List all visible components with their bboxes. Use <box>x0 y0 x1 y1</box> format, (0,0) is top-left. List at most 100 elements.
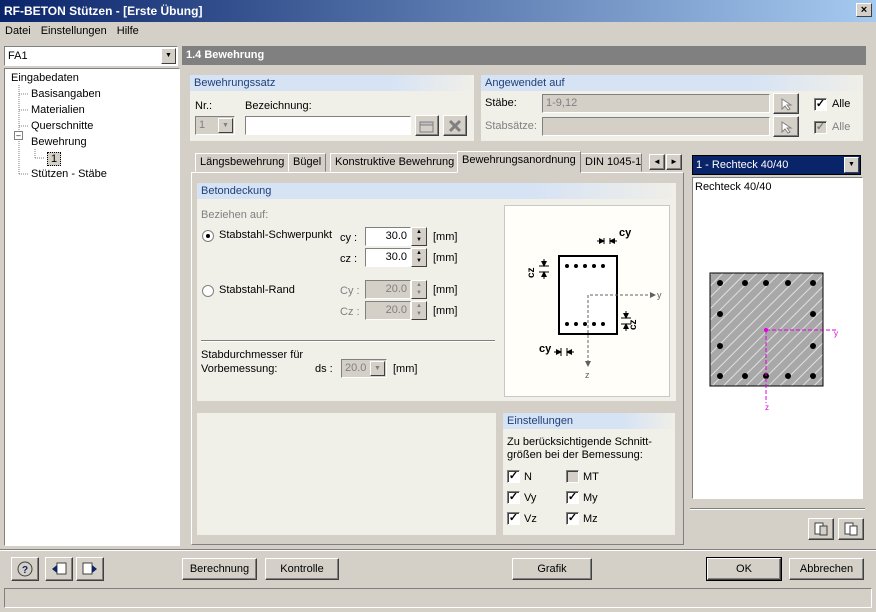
navigator-tree: Eingabedaten Basisangaben Materialien Qu… <box>4 68 180 546</box>
case-select-value: FA1 <box>8 50 28 62</box>
tree-item-basisangaben[interactable]: Basisangaben <box>31 88 101 100</box>
cross-section-svg: y z <box>709 272 838 412</box>
empty-panel <box>197 413 496 535</box>
next-button[interactable] <box>76 557 104 581</box>
chevron-down-icon[interactable]: ▼ <box>844 157 859 173</box>
export-icon <box>844 522 858 536</box>
nr-value: 1 <box>199 119 206 131</box>
einstellungen-desc-2: größen bei der Bemessung: <box>507 449 643 461</box>
help-button[interactable]: ? <box>11 557 39 581</box>
stabsaetze-input[interactable] <box>542 117 770 136</box>
diagram-cz-left: cz <box>526 267 537 278</box>
cross-section-z-label: z <box>765 403 769 412</box>
diagram-cy-top: cy <box>619 227 632 239</box>
cy2-value[interactable]: 20.0 <box>365 280 411 299</box>
spin-arrows-icon[interactable]: ▲ ▼ <box>411 280 427 299</box>
mt-label: MT <box>583 471 599 483</box>
tab-scroll-left[interactable]: ◄ <box>649 154 665 170</box>
ds-select[interactable]: 20.0 ▼ <box>341 359 387 378</box>
pick-staebe-button[interactable] <box>773 93 799 114</box>
previous-button[interactable] <box>45 557 73 581</box>
menu-einstellungen[interactable]: Einstellungen <box>36 22 112 37</box>
diagram-z-axis: z <box>585 370 590 380</box>
cross-section-preview: Rechteck 40/40 y z <box>692 177 863 499</box>
tree-item-bewehrung[interactable]: Bewehrung <box>31 136 87 148</box>
cy-spinner[interactable]: 30.0 ▲ ▼ <box>365 227 427 246</box>
grafik-button[interactable]: Grafik <box>512 558 592 580</box>
betondeckung-title: Betondeckung <box>197 183 676 199</box>
diagram-cy-bottom: cy <box>539 343 552 355</box>
tab-din-1045-1[interactable]: DIN 1045-1 <box>580 153 642 172</box>
vz-checkbox[interactable]: ✓ <box>507 512 520 525</box>
menu-datei[interactable]: Datei <box>0 22 36 37</box>
mz-checkbox[interactable]: ✓ <box>566 512 579 525</box>
cz-value[interactable]: 30.0 <box>365 248 411 267</box>
bezeichnung-input[interactable] <box>245 116 411 135</box>
vy-checkbox[interactable]: ✓ <box>507 491 520 504</box>
chevron-down-icon: ▼ <box>370 361 385 376</box>
tab-konstruktive-bewehrung[interactable]: Konstruktive Bewehrung <box>330 153 460 172</box>
n-label: N <box>524 471 532 483</box>
kontrolle-button[interactable]: Kontrolle <box>265 558 339 580</box>
abbrechen-button[interactable]: Abbrechen <box>789 558 864 580</box>
tree-item-querschnitte[interactable]: Querschnitte <box>31 120 93 132</box>
n-checkbox[interactable]: ✓ <box>507 470 520 483</box>
alle-staebe-checkbox[interactable]: ✓ <box>814 98 827 111</box>
status-bar <box>4 588 872 608</box>
info-button[interactable] <box>808 518 834 540</box>
next-icon <box>82 562 97 575</box>
menu-hilfe[interactable]: Hilfe <box>112 22 144 37</box>
staebe-label: Stäbe: <box>485 97 517 109</box>
help-icon: ? <box>17 561 33 577</box>
radio-rand[interactable] <box>202 285 214 297</box>
vy-label: Vy <box>524 492 537 504</box>
svg-text:?: ? <box>22 565 28 576</box>
berechnung-button[interactable]: Berechnung <box>182 558 257 580</box>
menubar: Datei Einstellungen Hilfe <box>0 22 876 41</box>
staebe-input[interactable]: 1-9,12 <box>542 94 770 113</box>
alle-stabsaetze-label: Alle <box>832 121 851 133</box>
spin-arrows-icon[interactable]: ▲ ▼ <box>411 248 427 267</box>
tab-bewehrungsanordnung[interactable]: Bewehrungsanordnung <box>457 151 581 173</box>
export-button[interactable] <box>838 518 864 540</box>
nr-select[interactable]: 1 ▼ <box>195 116 235 135</box>
cross-section-select-value: 1 - Rechteck 40/40 <box>696 159 789 171</box>
pick-stabsaetze-button[interactable] <box>773 116 799 137</box>
alle-stabsaetze-checkbox[interactable]: ✓ <box>814 121 827 134</box>
stabdurchmesser-label-2: Vorbemessung: <box>201 363 278 375</box>
cz2-value[interactable]: 20.0 <box>365 301 411 320</box>
tab-scroll-right[interactable]: ► <box>666 154 682 170</box>
angewendet-title: Angewendet auf <box>481 75 863 91</box>
cy-value[interactable]: 30.0 <box>365 227 411 246</box>
close-button[interactable]: × <box>856 3 872 17</box>
spin-arrows-icon[interactable]: ▲ ▼ <box>411 301 427 320</box>
vz-label: Vz <box>524 513 537 525</box>
tree-item-bewehrung-1[interactable]: 1 <box>47 152 62 166</box>
section-title: 1.4 Bewehrung <box>182 46 866 65</box>
cz2-spinner[interactable]: 20.0 ▲ ▼ <box>365 301 427 320</box>
new-button[interactable] <box>415 115 439 136</box>
cross-section-select[interactable]: 1 - Rechteck 40/40 ▼ <box>692 155 861 175</box>
tree-item-materialien[interactable]: Materialien <box>31 104 85 116</box>
cy-unit: [mm] <box>433 231 458 243</box>
tab-buegel[interactable]: Bügel <box>288 153 327 172</box>
tree-expand-toggle[interactable]: – <box>14 131 23 140</box>
ok-button[interactable]: OK <box>706 557 782 581</box>
cy2-spinner[interactable]: 20.0 ▲ ▼ <box>365 280 427 299</box>
alle-staebe-label: Alle <box>832 98 851 110</box>
spin-arrows-icon[interactable]: ▲ ▼ <box>411 227 427 246</box>
bezeichnung-label: Bezeichnung: <box>245 100 312 112</box>
chevron-down-icon[interactable]: ▼ <box>161 48 176 64</box>
radio-schwerpunkt[interactable] <box>202 230 214 242</box>
tab-laengsbewehrung[interactable]: Längsbewehrung <box>195 153 290 172</box>
mt-checkbox[interactable] <box>566 470 579 483</box>
my-checkbox[interactable]: ✓ <box>566 491 579 504</box>
case-select[interactable]: FA1 ▼ <box>4 46 178 66</box>
delete-button[interactable] <box>443 115 467 136</box>
bewehrungssatz-group: Bewehrungssatz Nr.: 1 ▼ Bezeichnung: <box>190 75 474 141</box>
tree-item-stuetzen-staebe[interactable]: Stützen - Stäbe <box>31 168 107 180</box>
pick-icon <box>781 98 793 111</box>
einstellungen-group: Einstellungen Zu berücksichtigende Schni… <box>503 413 675 535</box>
cz-spinner[interactable]: 30.0 ▲ ▼ <box>365 248 427 267</box>
info-icon <box>814 522 828 536</box>
